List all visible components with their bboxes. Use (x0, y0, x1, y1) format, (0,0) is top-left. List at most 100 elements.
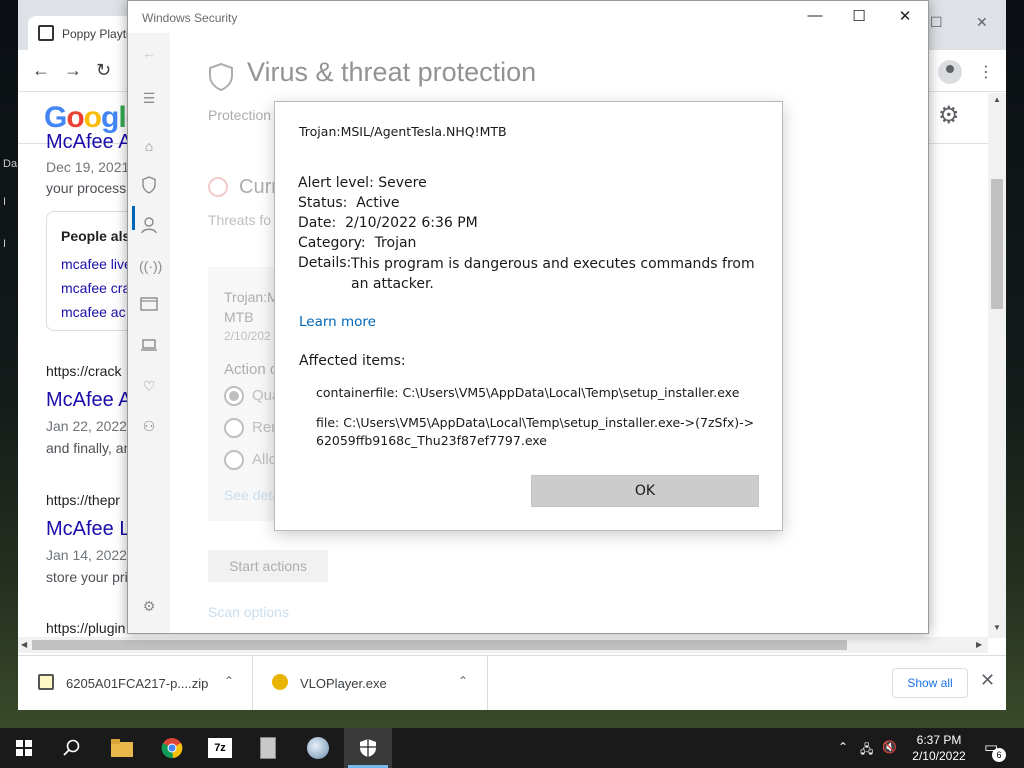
category-label: Category: (298, 235, 366, 251)
alert-level-value: Severe (378, 175, 427, 191)
device-health-icon[interactable]: ♡ (139, 376, 159, 396)
navigation-rail: ← ☰ ⌂ ((·)) ♡ ⚇ ⚙ (128, 33, 170, 633)
show-all-downloads-button[interactable]: Show all (892, 668, 968, 698)
download-item[interactable]: 6205A01FCA217-p....zip ⌃ (18, 656, 253, 710)
result-title[interactable]: McAfee L (46, 518, 130, 541)
scroll-up-arrow-icon[interactable]: ▲ (993, 95, 1001, 104)
minimize-button[interactable]: — (800, 7, 830, 24)
notification-count-badge: 6 (992, 748, 1006, 762)
chevron-up-icon[interactable]: ⌃ (458, 674, 468, 688)
windows-security-icon (344, 728, 392, 768)
desktop-icon-label: I (3, 238, 7, 250)
taskbar-clock[interactable]: 6:37 PM 2/10/2022 (900, 732, 978, 764)
scrollbar-thumb[interactable] (32, 640, 847, 650)
scroll-right-arrow-icon[interactable]: ▶ (976, 640, 982, 649)
app-browser-control-icon[interactable] (139, 296, 159, 316)
zip-file-icon (38, 674, 54, 690)
windows-start-icon (0, 728, 48, 768)
ok-button[interactable]: OK (531, 475, 759, 507)
favicon-icon (38, 25, 54, 41)
chrome-close-button[interactable]: ✕ (976, 14, 988, 31)
vertical-scrollbar[interactable]: ▲ ▼ (988, 93, 1006, 638)
threat-details-dialog: Trojan:MSIL/AgentTesla.NHQ!MTB Alert lev… (274, 101, 783, 531)
tab-title: Poppy Playti (62, 27, 129, 41)
start-button[interactable] (0, 728, 48, 768)
file-explorer-button[interactable] (98, 728, 146, 768)
account-icon[interactable] (139, 216, 159, 236)
firewall-network-icon[interactable]: ((·)) (139, 256, 162, 276)
selection-indicator (132, 206, 135, 230)
device-security-icon[interactable] (139, 336, 159, 356)
status-row: Status: Active (298, 195, 400, 211)
related-search-link[interactable]: mcafee cra (61, 280, 130, 296)
7zip-icon: 7z (196, 728, 244, 768)
show-hidden-icons-chevron-icon[interactable]: ⌃ (838, 740, 848, 754)
volume-muted-icon[interactable]: 🔇 (882, 740, 897, 754)
result-snippet: store your pri (46, 569, 128, 585)
download-filename: 6205A01FCA217-p....zip (66, 676, 209, 691)
scroll-down-arrow-icon[interactable]: ▼ (993, 623, 1001, 632)
forward-button[interactable]: → (64, 60, 82, 81)
search-button[interactable] (48, 728, 96, 768)
alert-level-row: Alert level: Severe (298, 175, 427, 191)
date-row: Date: 2/10/2022 6:36 PM (298, 215, 478, 231)
people-also-search-title: People als (61, 228, 131, 244)
chrome-taskbar-button[interactable] (148, 728, 196, 768)
learn-more-link[interactable]: Learn more (299, 314, 376, 330)
shield-icon[interactable] (139, 176, 159, 196)
result-date: Dec 19, 2021 (46, 159, 130, 175)
result-title[interactable]: McAfee A (46, 389, 132, 412)
result-snippet: your process (46, 180, 127, 196)
file-explorer-icon (98, 728, 146, 768)
desktop-icon-label: I (3, 196, 7, 208)
network-app-taskbar-button[interactable] (294, 728, 342, 768)
download-shelf: 6205A01FCA217-p....zip ⌃ VLOPlayer.exe ⌃… (18, 655, 1006, 710)
affected-item: containerfile: C:\Users\VM5\AppData\Loca… (316, 385, 740, 400)
related-search-link[interactable]: mcafee live (61, 256, 132, 272)
taskbar: 7z ⌃ 🖧 🔇 6:37 PM 2/10/2022 ▭ 6 (0, 728, 1024, 768)
back-button[interactable]: ← (32, 60, 50, 81)
network-globe-icon (294, 728, 342, 768)
installer-taskbar-button[interactable] (244, 728, 292, 768)
category-value: Trojan (374, 235, 417, 251)
chrome-maximize-button[interactable]: ☐ (930, 14, 943, 31)
maximize-button[interactable]: ☐ (844, 7, 874, 25)
result-title[interactable]: McAfee A (46, 131, 132, 154)
windows-security-taskbar-button[interactable] (344, 728, 392, 768)
related-search-link[interactable]: mcafee ac (61, 304, 126, 320)
threat-name: Trojan:MSIL/AgentTesla.NHQ!MTB (299, 124, 507, 139)
clock-date: 2/10/2022 (912, 749, 966, 763)
back-arrow-icon[interactable]: ← (139, 43, 159, 63)
7zip-taskbar-button[interactable]: 7z (196, 728, 244, 768)
details-label: Details: (298, 255, 352, 271)
chevron-up-icon[interactable]: ⌃ (224, 674, 234, 688)
settings-gear-icon[interactable]: ⚙ (139, 596, 159, 616)
installer-icon (244, 728, 292, 768)
status-value: Active (356, 195, 400, 211)
close-download-shelf-button[interactable]: ✕ (980, 670, 995, 691)
chrome-menu-icon[interactable]: ⋮ (978, 62, 994, 82)
download-filename: VLOPlayer.exe (300, 676, 387, 691)
settings-gear-icon[interactable]: ⚙ (938, 101, 960, 130)
result-date: Jan 14, 2022 (46, 547, 127, 563)
home-icon[interactable]: ⌂ (139, 136, 159, 156)
result-url: https://thepr (46, 492, 120, 508)
horizontal-scrollbar[interactable]: ◀ ▶ (18, 637, 988, 653)
affected-items-label: Affected items: (299, 353, 406, 369)
close-button[interactable]: ✕ (890, 7, 920, 25)
reload-button[interactable]: ↻ (96, 60, 111, 81)
download-item[interactable]: VLOPlayer.exe ⌃ (254, 656, 488, 710)
result-url: https://crack (46, 363, 122, 379)
hamburger-menu-icon[interactable]: ☰ (139, 88, 159, 108)
scrollbar-thumb[interactable] (991, 179, 1003, 309)
desktop-icon-label: Da (3, 158, 18, 170)
family-options-icon[interactable]: ⚇ (139, 416, 159, 436)
details-value: This program is dangerous and executes c… (351, 256, 755, 292)
status-label: Status: (298, 195, 348, 211)
profile-avatar-icon[interactable] (938, 60, 962, 84)
window-title: Windows Security (142, 11, 238, 25)
scroll-left-arrow-icon[interactable]: ◀ (21, 640, 27, 649)
result-url: https://plugin (46, 620, 126, 636)
network-icon[interactable]: 🖧 (860, 740, 873, 761)
exe-file-icon (272, 674, 288, 690)
